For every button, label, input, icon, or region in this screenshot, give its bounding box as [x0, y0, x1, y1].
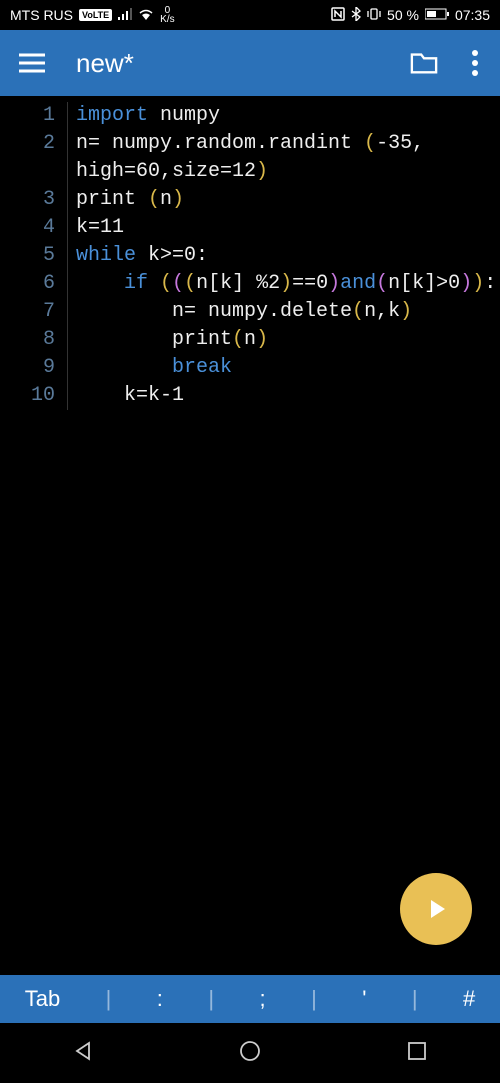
back-button[interactable]	[71, 1039, 95, 1068]
code-line[interactable]: 3print (n)	[0, 186, 500, 214]
code-line[interactable]: high=60,size=12)	[0, 158, 500, 186]
code-text[interactable]: if (((n[k] %2)==0)and(n[k]>0)):	[68, 270, 496, 298]
line-number: 1	[0, 102, 68, 130]
key-quote[interactable]: '	[358, 986, 370, 1012]
code-line[interactable]: 6 if (((n[k] %2)==0)and(n[k]>0)):	[0, 270, 500, 298]
code-text[interactable]: break	[68, 354, 232, 382]
code-text[interactable]: while k>=0:	[68, 242, 208, 270]
time-label: 07:35	[455, 7, 490, 23]
code-text[interactable]: k=11	[68, 214, 124, 242]
volte-badge: VoLTE	[79, 9, 112, 21]
line-number: 8	[0, 326, 68, 354]
recent-button[interactable]	[405, 1039, 429, 1068]
code-text[interactable]: n= numpy.random.randint (-35,	[68, 130, 424, 158]
app-bar: new*	[0, 30, 500, 96]
line-number: 2	[0, 130, 68, 158]
code-text[interactable]: high=60,size=12)	[68, 158, 268, 186]
line-number: 7	[0, 298, 68, 326]
menu-button[interactable]	[18, 49, 46, 77]
run-button[interactable]	[400, 873, 472, 945]
key-hash[interactable]: #	[459, 986, 479, 1012]
overflow-button[interactable]	[468, 49, 482, 77]
play-icon	[422, 895, 450, 923]
code-line[interactable]: 5while k>=0:	[0, 242, 500, 270]
line-number: 9	[0, 354, 68, 382]
key-colon[interactable]: :	[153, 986, 167, 1012]
status-right: 50 % 07:35	[331, 7, 490, 24]
code-line[interactable]: 7 n= numpy.delete(n,k)	[0, 298, 500, 326]
line-number: 5	[0, 242, 68, 270]
code-line[interactable]: 4k=11	[0, 214, 500, 242]
code-text[interactable]: print(n)	[68, 326, 268, 354]
carrier-label: MTS RUS	[10, 7, 73, 23]
data-rate: 0 K/s	[160, 6, 174, 24]
line-number: 4	[0, 214, 68, 242]
system-nav-bar	[0, 1023, 500, 1083]
status-left: MTS RUS VoLTE 0 K/s	[10, 6, 175, 24]
line-number	[0, 158, 68, 186]
battery-icon	[425, 8, 449, 23]
code-line[interactable]: 10 k=k-1	[0, 382, 500, 410]
code-text[interactable]: n= numpy.delete(n,k)	[68, 298, 412, 326]
line-number: 10	[0, 382, 68, 410]
key-semicolon[interactable]: ;	[256, 986, 270, 1012]
file-title: new*	[76, 48, 380, 79]
bluetooth-icon	[351, 7, 361, 24]
wifi-icon	[138, 8, 154, 23]
nfc-icon	[331, 7, 345, 24]
line-number: 3	[0, 186, 68, 214]
code-line[interactable]: 8 print(n)	[0, 326, 500, 354]
home-button[interactable]	[238, 1039, 262, 1068]
battery-label: 50 %	[387, 7, 419, 23]
shortcut-key-row: Tab | : | ; | ' | #	[0, 975, 500, 1023]
code-text[interactable]: import numpy	[68, 102, 220, 130]
code-editor[interactable]: 1import numpy2n= numpy.random.randint (-…	[0, 96, 500, 966]
vibrate-icon	[367, 7, 381, 24]
signal-icon	[118, 8, 132, 23]
code-text[interactable]: k=k-1	[68, 382, 184, 410]
code-line[interactable]: 9 break	[0, 354, 500, 382]
key-tab[interactable]: Tab	[21, 986, 64, 1012]
status-bar: MTS RUS VoLTE 0 K/s 50 % 07:35	[0, 0, 500, 30]
code-line[interactable]: 2n= numpy.random.randint (-35,	[0, 130, 500, 158]
code-text[interactable]: print (n)	[68, 186, 184, 214]
code-line[interactable]: 1import numpy	[0, 102, 500, 130]
folder-button[interactable]	[410, 49, 438, 77]
line-number: 6	[0, 270, 68, 298]
